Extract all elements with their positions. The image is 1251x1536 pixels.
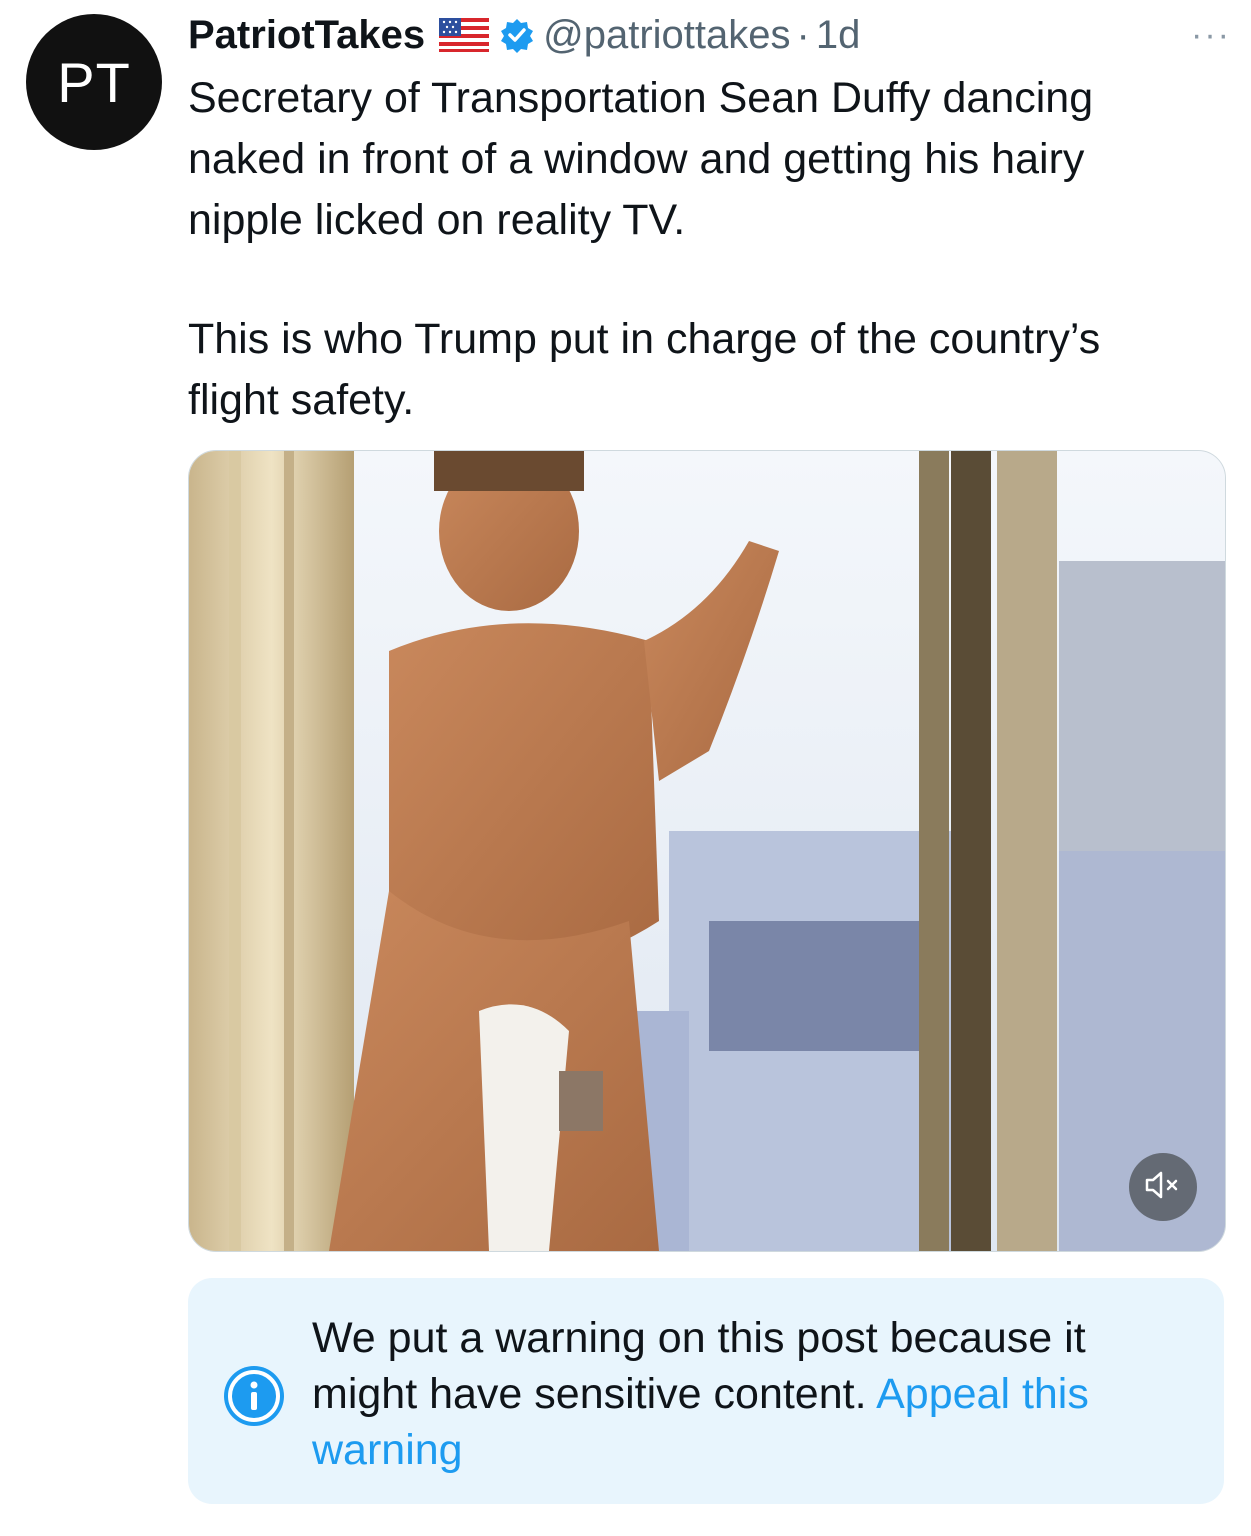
video-frame: [189, 451, 1225, 1251]
more-options-icon[interactable]: ···: [1191, 16, 1231, 55]
info-icon: [222, 1364, 286, 1428]
author-handle[interactable]: @patriottakes: [543, 13, 790, 58]
warning-message: We put a warning on this post because it…: [312, 1310, 1192, 1478]
tweet-paragraph-2: This is who Trump put in charge of the c…: [188, 315, 1101, 424]
avatar-text: PT: [57, 50, 131, 114]
tweet-paragraph-1: Secretary of Transportation Sean Duffy d…: [188, 74, 1094, 244]
video-player[interactable]: [188, 450, 1226, 1252]
author-name[interactable]: PatriotTakes: [188, 13, 425, 58]
tweet-header: PatriotTakes @patriottakes · 1d ···: [188, 10, 1231, 60]
us-flag-icon: [439, 18, 490, 52]
timestamp[interactable]: 1d: [816, 13, 861, 58]
sensitive-content-warning: We put a warning on this post because it…: [188, 1278, 1224, 1504]
separator-dot: ·: [796, 12, 810, 57]
speaker-muted-icon: [1143, 1168, 1183, 1207]
avatar[interactable]: PT: [26, 14, 162, 150]
tweet-text: Secretary of Transportation Sean Duffy d…: [188, 68, 1198, 431]
mute-button[interactable]: [1129, 1153, 1197, 1221]
verified-badge-icon[interactable]: [499, 17, 535, 53]
